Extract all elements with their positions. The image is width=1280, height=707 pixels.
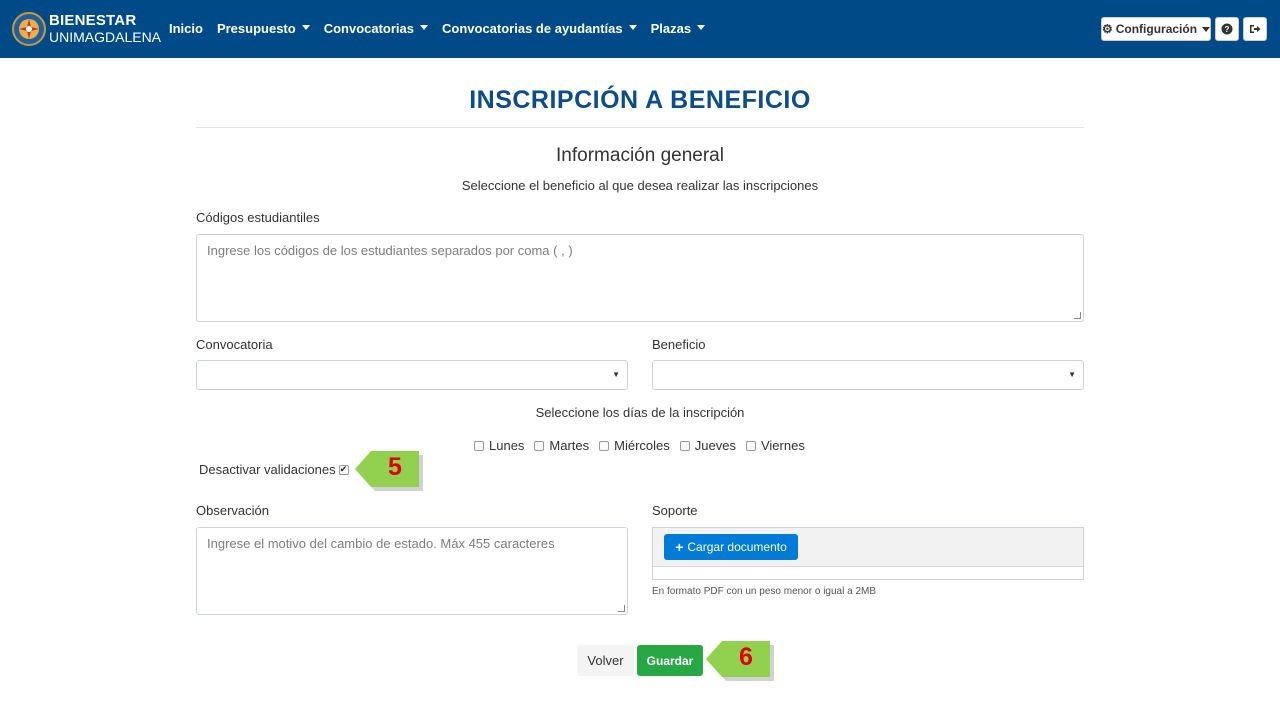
question-circle-icon: ? bbox=[1221, 23, 1233, 35]
day-option-martes[interactable]: Martes bbox=[534, 438, 589, 453]
beneficio-select[interactable]: ▼ bbox=[652, 360, 1084, 390]
main-nav: Inicio Presupuesto Convocatorias Convoca… bbox=[169, 21, 719, 36]
logout-button[interactable] bbox=[1243, 17, 1267, 41]
days-label: Seleccione los días de la inscripción bbox=[535, 405, 745, 420]
nav-item-plazas[interactable]: Plazas bbox=[650, 21, 706, 36]
days-checkbox-group: Lunes Martes Miércoles Jueves Viernes bbox=[474, 438, 815, 453]
observacion-placeholder: Ingrese el motivo del cambio de estado. … bbox=[207, 536, 555, 551]
title-divider bbox=[196, 127, 1084, 128]
day-checkbox[interactable] bbox=[599, 440, 610, 451]
nav-item-convocatorias[interactable]: Convocatorias bbox=[323, 21, 429, 36]
soporte-label: Soporte bbox=[652, 503, 698, 518]
beneficio-label: Beneficio bbox=[652, 337, 706, 352]
day-option-jueves[interactable]: Jueves bbox=[679, 438, 736, 453]
disable-validations-label: Desactivar validaciones bbox=[199, 462, 336, 477]
configuration-label: Configuración bbox=[1115, 22, 1198, 36]
nav-item-inicio[interactable]: Inicio bbox=[169, 21, 203, 36]
observacion-label: Observación bbox=[196, 503, 269, 518]
caret-down-icon bbox=[628, 25, 637, 31]
convocatoria-label: Convocatoria bbox=[196, 337, 273, 352]
brand-name: BIENESTAR UNIMAGDALENA bbox=[49, 12, 162, 46]
svg-text:?: ? bbox=[1225, 25, 1230, 34]
nav-item-presupuesto[interactable]: Presupuesto bbox=[217, 21, 310, 36]
configuration-dropdown-button[interactable]: ⚙ Configuración bbox=[1101, 17, 1211, 41]
day-label: Viernes bbox=[760, 438, 805, 453]
navbar-actions: ⚙ Configuración ? bbox=[1097, 17, 1267, 41]
upload-document-button[interactable]: + Cargar documento bbox=[664, 534, 798, 560]
page-title: INSCRIPCIÓN A BENEFICIO bbox=[469, 86, 811, 114]
brand-link[interactable]: BIENESTAR UNIMAGDALENA bbox=[12, 9, 161, 49]
step-callout-5: 5 bbox=[355, 451, 423, 491]
check-icon: ✔ bbox=[339, 464, 348, 474]
caret-down-icon bbox=[697, 25, 706, 31]
callout-number: 5 bbox=[388, 453, 402, 481]
nav-item-label: Presupuesto bbox=[216, 21, 296, 36]
help-button[interactable]: ? bbox=[1215, 17, 1239, 41]
brand-line-1: BIENESTAR bbox=[49, 12, 137, 29]
plus-icon: + bbox=[675, 539, 684, 555]
dropdown-arrow-icon: ▼ bbox=[1068, 370, 1076, 379]
top-navbar: BIENESTAR UNIMAGDALENA Inicio Presupuest… bbox=[0, 0, 1280, 58]
day-label: Lunes bbox=[489, 438, 525, 453]
upload-hint: En formato PDF con un peso menor o igual… bbox=[652, 586, 877, 597]
step-callout-6: 6 bbox=[706, 641, 774, 681]
student-codes-placeholder: Ingrese los códigos de los estudiantes s… bbox=[207, 243, 573, 258]
day-label: Jueves bbox=[694, 438, 736, 453]
caret-down-icon bbox=[301, 25, 310, 31]
caret-down-icon bbox=[1202, 26, 1211, 32]
day-option-lunes[interactable]: Lunes bbox=[474, 438, 524, 453]
back-button[interactable]: Volver bbox=[577, 645, 634, 676]
caret-down-icon bbox=[420, 25, 429, 31]
nav-item-convocatorias-ayudantias[interactable]: Convocatorias de ayudantías bbox=[442, 21, 637, 36]
upload-dropzone: + Cargar documento bbox=[652, 527, 1084, 580]
gear-icon: ⚙ bbox=[1101, 22, 1113, 36]
day-checkbox[interactable] bbox=[745, 440, 756, 451]
save-button[interactable]: Guardar bbox=[637, 645, 703, 676]
callout-number: 6 bbox=[739, 643, 753, 671]
day-label: Martes bbox=[549, 438, 590, 453]
student-codes-textarea[interactable]: Ingrese los códigos de los estudiantes s… bbox=[196, 234, 1084, 322]
convocatoria-select[interactable]: ▼ bbox=[196, 360, 628, 390]
section-instructions: Seleccione el beneficio al que desea rea… bbox=[461, 178, 819, 193]
brand-line-2: UNIMAGDALENA bbox=[49, 29, 162, 45]
codes-label: Códigos estudiantiles bbox=[196, 210, 320, 225]
nav-item-label: Plazas bbox=[650, 21, 692, 36]
day-checkbox[interactable] bbox=[679, 440, 690, 451]
day-checkbox[interactable] bbox=[534, 440, 545, 451]
day-option-miercoles[interactable]: Miércoles bbox=[599, 438, 670, 453]
day-label: Miércoles bbox=[614, 438, 670, 453]
section-title: Información general bbox=[556, 145, 724, 166]
observacion-textarea[interactable]: Ingrese el motivo del cambio de estado. … bbox=[196, 527, 628, 615]
university-seal-icon bbox=[12, 12, 46, 46]
sign-out-icon bbox=[1250, 25, 1261, 33]
uploaded-files-area bbox=[653, 566, 1083, 579]
disable-validations-checkbox[interactable]: ✔ bbox=[338, 464, 349, 475]
nav-item-label: Convocatorias bbox=[323, 21, 415, 36]
day-checkbox[interactable] bbox=[474, 440, 484, 451]
nav-item-label: Convocatorias de ayudantías bbox=[442, 21, 623, 36]
day-option-viernes[interactable]: Viernes bbox=[745, 438, 805, 453]
resize-handle-icon[interactable] bbox=[618, 605, 625, 612]
dropdown-arrow-icon: ▼ bbox=[612, 370, 620, 379]
upload-button-label: Cargar documento bbox=[687, 540, 787, 554]
disable-validations-option[interactable]: Desactivar validaciones ✔ bbox=[199, 462, 349, 477]
nav-item-label: Inicio bbox=[169, 21, 203, 36]
resize-handle-icon[interactable] bbox=[1074, 312, 1081, 319]
